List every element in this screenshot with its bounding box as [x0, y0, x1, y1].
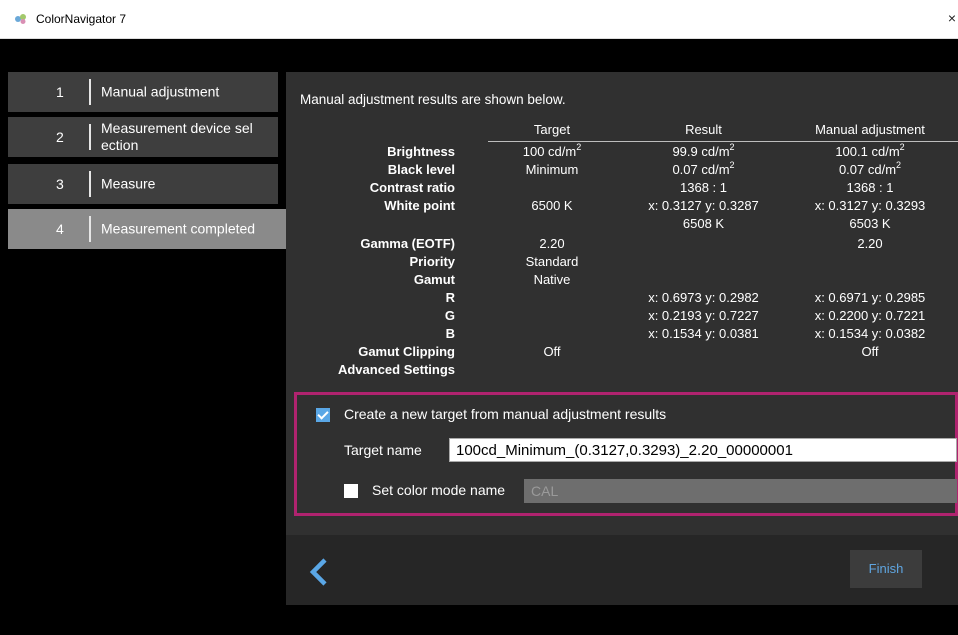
step-label: Manual adjustment	[101, 83, 220, 100]
window-title: ColorNavigator 7	[36, 12, 127, 26]
row-green: G x: 0.2193 y: 0.7227 x: 0.2200 y: 0.722…	[286, 308, 958, 326]
color-mode-input	[524, 479, 957, 503]
row-label: G	[444, 308, 455, 323]
color-mode-checkbox[interactable]	[344, 484, 358, 498]
create-target-label[interactable]: Create a new target from manual adjustme…	[344, 406, 666, 422]
row-red: R x: 0.6973 y: 0.2982 x: 0.6971 y: 0.298…	[286, 290, 958, 308]
row-label: R	[445, 290, 455, 305]
target-value: Standard	[525, 254, 579, 269]
step-item-1[interactable]: 1 Manual adjustment	[8, 72, 278, 112]
back-arrow-icon[interactable]	[308, 557, 330, 587]
color-mode-label[interactable]: Set color mode name	[372, 482, 505, 498]
result-value: 99.9 cd/m2	[672, 142, 735, 160]
footer-bar: Finish	[286, 535, 958, 605]
step-number: 2	[56, 129, 64, 145]
row-white-point: White point 6500 K x: 0.3127 y: 0.3287 x…	[286, 198, 958, 216]
row-gamut: Gamut Native	[286, 272, 958, 290]
manual-value: x: 0.3127 y: 0.3293	[814, 198, 926, 213]
step-divider	[89, 79, 91, 105]
row-gamma: Gamma (EOTF) 2.20 2.20	[286, 236, 958, 254]
row-label: Priority	[409, 254, 455, 269]
manual-value: 0.07 cd/m2	[838, 160, 902, 178]
manual-value: Off	[861, 344, 879, 359]
step-divider	[89, 216, 91, 242]
target-value: Off	[543, 344, 561, 359]
row-label: Brightness	[387, 144, 455, 159]
target-name-input[interactable]	[449, 438, 957, 462]
target-name-label: Target name	[344, 442, 422, 458]
target-value: 2.20	[539, 236, 565, 251]
manual-value: x: 0.1534 y: 0.0382	[814, 326, 926, 341]
manual-value: x: 0.2200 y: 0.7221	[814, 308, 926, 323]
step-divider	[89, 124, 91, 150]
app-logo-icon	[15, 14, 26, 24]
row-brightness: Brightness 100 cd/m2 99.9 cd/m2 100.1 cd…	[286, 142, 958, 162]
result-value: x: 0.2193 y: 0.7227	[648, 308, 759, 323]
step-divider	[89, 171, 91, 197]
result-value: 1368 : 1	[680, 180, 727, 195]
row-black-level: Black level Minimum 0.07 cd/m2 0.07 cd/m…	[286, 160, 958, 180]
row-contrast-ratio: Contrast ratio 1368 : 1 1368 : 1	[286, 180, 958, 198]
finish-button[interactable]: Finish	[850, 550, 922, 588]
target-value: 100 cd/m2	[522, 142, 582, 160]
row-label: Gamut	[413, 272, 455, 287]
step-item-4[interactable]: 4 Measurement completed	[8, 209, 286, 249]
step-item-2[interactable]: 2 Measurement device sel ection	[8, 117, 278, 157]
step-label: Measure	[101, 175, 156, 192]
result-value: 0.07 cd/m2	[672, 160, 735, 178]
row-label: Advanced Settings	[337, 362, 455, 377]
main-panel: Manual adjustment results are shown belo…	[286, 72, 958, 605]
row-priority: Priority Standard	[286, 254, 958, 272]
row-blue: B x: 0.1534 y: 0.0381 x: 0.1534 y: 0.038…	[286, 326, 958, 344]
result-value: 6508 K	[682, 216, 725, 231]
manual-value: 6503 K	[849, 216, 891, 231]
manual-value: 100.1 cd/m2	[835, 142, 905, 160]
result-value: x: 0.1534 y: 0.0381	[648, 326, 759, 341]
manual-value: 1368 : 1	[846, 180, 894, 195]
manual-value: x: 0.6971 y: 0.2985	[814, 290, 926, 305]
column-header-result: Result	[685, 122, 722, 137]
new-target-section: Create a new target from manual adjustme…	[294, 392, 958, 516]
row-label: B	[445, 326, 455, 341]
column-header-target: Target	[533, 122, 571, 137]
result-value: x: 0.3127 y: 0.3287	[648, 198, 759, 213]
close-icon[interactable]: ×	[948, 10, 956, 26]
row-advanced-settings: Advanced Settings	[286, 362, 958, 380]
row-label: White point	[384, 198, 455, 213]
step-number: 3	[56, 176, 64, 192]
target-value: Native	[533, 272, 571, 287]
manual-value: 2.20	[857, 236, 883, 251]
row-label: Black level	[387, 162, 455, 177]
row-label: Contrast ratio	[369, 180, 455, 195]
title-bar: ColorNavigator 7 ×	[0, 0, 958, 39]
result-value: x: 0.6973 y: 0.2982	[648, 290, 759, 305]
step-item-3[interactable]: 3 Measure	[8, 164, 278, 204]
row-white-point-kelvin: 6508 K 6503 K	[286, 216, 958, 234]
row-label: Gamut Clipping	[358, 344, 455, 359]
row-label: Gamma (EOTF)	[360, 236, 455, 251]
step-label: Measurement completed	[101, 220, 256, 237]
column-header-manual: Manual adjustment	[815, 122, 925, 137]
create-target-checkbox[interactable]	[316, 408, 330, 422]
target-value: 6500 K	[531, 198, 573, 213]
step-number: 1	[56, 84, 64, 100]
step-label: Measurement device sel ection	[101, 120, 253, 153]
intro-text: Manual adjustment results are shown belo…	[300, 92, 566, 107]
row-gamut-clipping: Gamut Clipping Off Off	[286, 344, 958, 362]
step-number: 4	[56, 221, 64, 237]
header-divider	[488, 141, 958, 142]
target-value: Minimum	[525, 162, 579, 177]
